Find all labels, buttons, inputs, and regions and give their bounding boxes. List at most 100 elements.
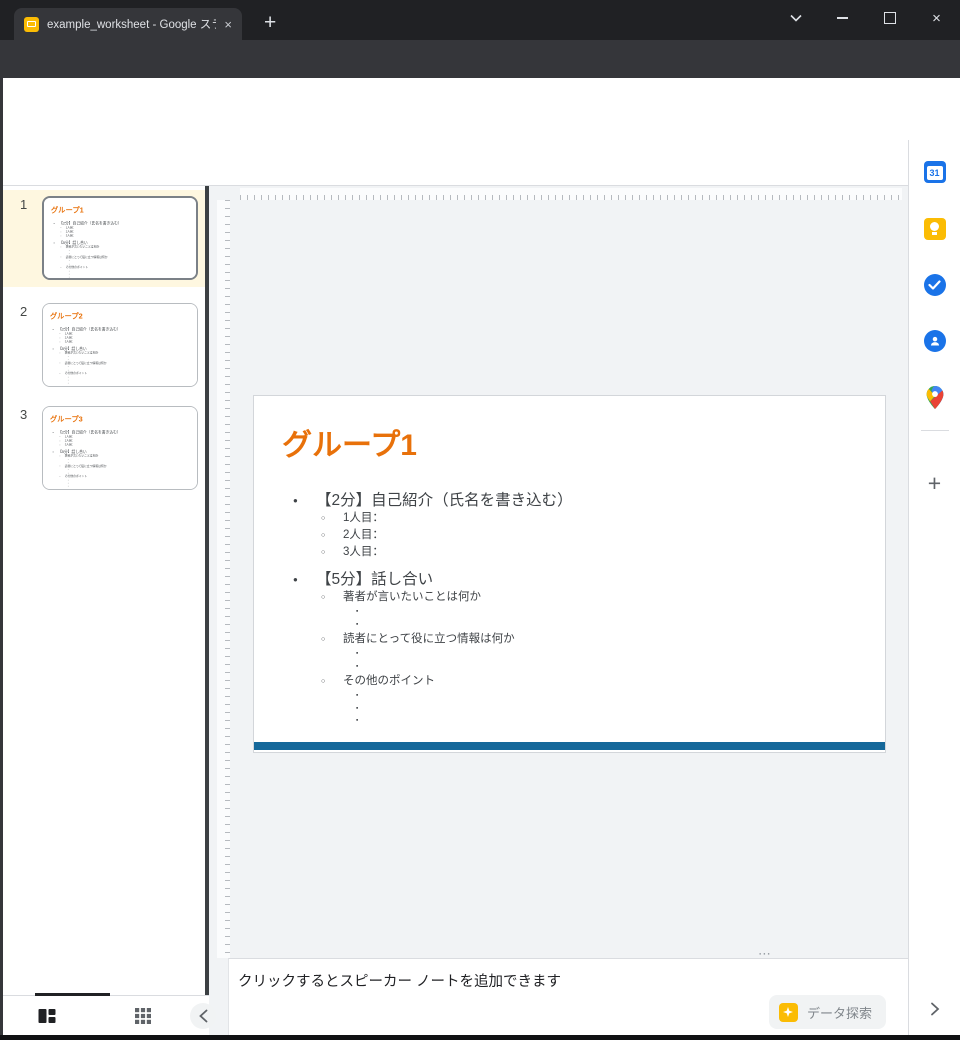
bullet-text: 1人目： [343, 510, 384, 527]
bullet-icon: ○ [321, 631, 343, 648]
slide-body[interactable]: ●【2分】自己紹介（氏名を書き込む）○1人目：○2人目：○3人目：●【5分】話し… [52, 428, 195, 488]
tab-close-icon[interactable]: × [224, 18, 232, 31]
bullet-item: ○2人目： [290, 527, 869, 544]
slide-title[interactable]: グループ1 [51, 204, 84, 215]
bullet-icon: ▪ [356, 648, 366, 661]
slide-title[interactable]: グループ1 [282, 420, 417, 464]
slide-thumbnail-2[interactable]: グループ2 ●【2分】自己紹介（氏名を書き込む）○1人目：○2人目：○3人目：●【… [42, 303, 198, 387]
bullet-text: その他のポイント [343, 673, 435, 690]
thumbnail-preview: グループ1 ●【2分】自己紹介（氏名を書き込む）○1人目：○2人目：○3人目：●【… [44, 198, 198, 280]
slide-number: 3 [20, 407, 27, 422]
bullet-item: ○3人目： [290, 544, 869, 561]
slide-accent-bar [254, 742, 885, 750]
grid-view-icon[interactable] [130, 1003, 156, 1029]
bullet-item: ▪ [290, 690, 869, 703]
tab-title: example_worksheet - Google スラ [47, 16, 216, 32]
filmstrip-row-1[interactable]: 1 グループ1 ●【2分】自己紹介（氏名を書き込む）○1人目：○2人目：○3人目：●… [3, 190, 205, 287]
bullet-item: ●【2分】自己紹介（氏名を書き込む） [290, 491, 869, 510]
bullet-text: 【2分】自己紹介（氏名を書き込む） [316, 491, 573, 510]
filmstrip-panel: 1 グループ1 ●【2分】自己紹介（氏名を書き込む）○1人目：○2人目：○3人目：●… [3, 186, 205, 995]
speaker-notes-placeholder[interactable]: クリックするとスピーカー ノートを追加できます [238, 970, 561, 991]
window-close-button[interactable]: × [913, 0, 960, 36]
calendar-icon[interactable]: 31 [924, 161, 946, 183]
bullet-icon: ○ [321, 527, 343, 544]
bullet-item: ○読者にとって役に立つ情報は何か [290, 631, 869, 648]
expand-panel-icon[interactable] [930, 1002, 939, 1016]
workspace-side-panel: 31 + [908, 140, 960, 1035]
bullet-item: ●【5分】話し合い [290, 570, 869, 589]
bullet-item: ▪ [290, 606, 869, 619]
bullet-text: 3人目： [65, 340, 75, 344]
explore-button[interactable]: データ探索 [769, 995, 886, 1029]
explore-star-icon [779, 1003, 798, 1022]
browser-tab[interactable]: example_worksheet - Google スラ × [14, 8, 242, 40]
window-minimize-button[interactable] [819, 0, 866, 36]
bullet-icon: ○ [321, 544, 343, 561]
bullet-icon: ▪ [356, 661, 366, 674]
bullet-text: 2人目： [343, 527, 384, 544]
bullet-text: 読者にとって役に立つ情報は何か [65, 361, 107, 365]
current-slide[interactable]: グループ1●【2分】自己紹介（氏名を書き込む）○1人目：○2人目：○3人目：●【… [253, 395, 886, 753]
bullet-icon: ▪ [356, 619, 366, 632]
bullet-item: ▪ [290, 703, 869, 716]
filmstrip-row-3[interactable]: 3 グループ3 ●【2分】自己紹介（氏名を書き込む）○1人目：○2人目：○3人目：●… [3, 400, 205, 497]
slide-number: 2 [20, 304, 27, 319]
bullet-icon: ○ [321, 589, 343, 606]
bullet-item: ○その他のポイント [290, 673, 869, 690]
browser-titlebar: example_worksheet - Google スラ × + × [0, 0, 960, 40]
new-tab-button[interactable]: + [264, 11, 276, 35]
tasks-icon[interactable] [924, 274, 946, 296]
window-maximize-button[interactable] [866, 0, 913, 36]
edit-toolbar: + T [0, 140, 908, 186]
slide-number: 1 [20, 197, 27, 212]
filmstrip-view-icon[interactable] [34, 1003, 60, 1029]
bullet-text: 著者が言いたいことは何か [343, 589, 481, 606]
bullet-item: ▪ [290, 661, 869, 674]
maps-icon[interactable] [926, 386, 943, 409]
bullet-item: ▪ [52, 382, 195, 385]
bullet-item: ▪ [53, 276, 196, 279]
speaker-notes-panel[interactable]: クリックするとスピーカー ノートを追加できます データ探索 [228, 958, 908, 1035]
filmstrip-scrollbar[interactable] [205, 186, 209, 995]
notes-drag-handle[interactable]: ⋯ [758, 952, 782, 956]
slide-body[interactable]: ●【2分】自己紹介（氏名を書き込む）○1人目：○2人目：○3人目：●【5分】話し… [290, 482, 869, 728]
bullet-text: 3人目： [65, 443, 75, 447]
bullet-icon: ○ [321, 673, 343, 690]
filmstrip-row-2[interactable]: 2 グループ2 ●【2分】自己紹介（氏名を書き込む）○1人目：○2人目：○3人目：●… [3, 297, 205, 394]
bullet-icon: ▪ [68, 485, 70, 488]
bullet-text: 3人目： [343, 544, 384, 561]
app-header: example_worksheet ☆ ファイル編集表示挿入表示形式スライド配置 [0, 78, 960, 140]
vertical-ruler [217, 200, 230, 958]
bullet-icon: ▪ [356, 606, 366, 619]
thumbnail-preview: グループ2 ●【2分】自己紹介（氏名を書き込む）○1人目：○2人目：○3人目：●【… [43, 304, 198, 387]
explore-label: データ探索 [807, 1003, 872, 1022]
slide-contents: グループ1 ●【2分】自己紹介（氏名を書き込む）○1人目：○2人目：○3人目：●【… [44, 198, 198, 280]
bullet-text: 読者にとって役に立つ情報は何か [65, 464, 107, 468]
bullet-item: ○3人目： [53, 234, 196, 238]
slide-title[interactable]: グループ2 [50, 310, 83, 321]
slide-body[interactable]: ●【2分】自己紹介（氏名を書き込む）○1人目：○2人目：○3人目：●【5分】話し… [53, 219, 196, 279]
bullet-text: 読者にとって役に立つ情報は何か [66, 255, 108, 259]
slide-body[interactable]: ●【2分】自己紹介（氏名を書き込む）○1人目：○2人目：○3人目：●【5分】話し… [52, 325, 195, 385]
slide-thumbnail-3[interactable]: グループ3 ●【2分】自己紹介（氏名を書き込む）○1人目：○2人目：○3人目：●【… [42, 406, 198, 490]
slide-contents: グループ2 ●【2分】自己紹介（氏名を書き込む）○1人目：○2人目：○3人目：●【… [43, 304, 198, 387]
bullet-item: ○3人目： [52, 443, 195, 447]
slide-contents: グループ3 ●【2分】自己紹介（氏名を書き込む）○1人目：○2人目：○3人目：●【… [43, 407, 198, 490]
slide-thumbnail-1[interactable]: グループ1 ●【2分】自己紹介（氏名を書き込む）○1人目：○2人目：○3人目：●【… [42, 196, 198, 280]
add-addon-icon[interactable]: + [928, 470, 941, 497]
slide-title[interactable]: グループ3 [50, 413, 83, 424]
bullet-item: ○著者が言いたいことは何か [290, 589, 869, 606]
bullet-icon: ▪ [356, 690, 366, 703]
contacts-icon[interactable] [924, 330, 946, 352]
slide-canvas[interactable]: グループ1●【2分】自己紹介（氏名を書き込む）○1人目：○2人目：○3人目：●【… [209, 186, 908, 1035]
window-bottom-edge [0, 1035, 960, 1040]
bullet-text: 読者にとって役に立つ情報は何か [343, 631, 515, 648]
collapse-filmstrip-icon[interactable] [190, 1003, 216, 1029]
bullet-item: ○3人目： [52, 340, 195, 344]
keep-icon[interactable] [924, 218, 946, 240]
horizontal-ruler [240, 188, 902, 200]
bullet-icon: ▪ [356, 715, 366, 728]
bullet-icon: ▪ [69, 276, 71, 279]
slide-contents: グループ1●【2分】自己紹介（氏名を書き込む）○1人目：○2人目：○3人目：●【… [254, 396, 885, 752]
window-menu-chevron-icon[interactable] [772, 0, 819, 36]
